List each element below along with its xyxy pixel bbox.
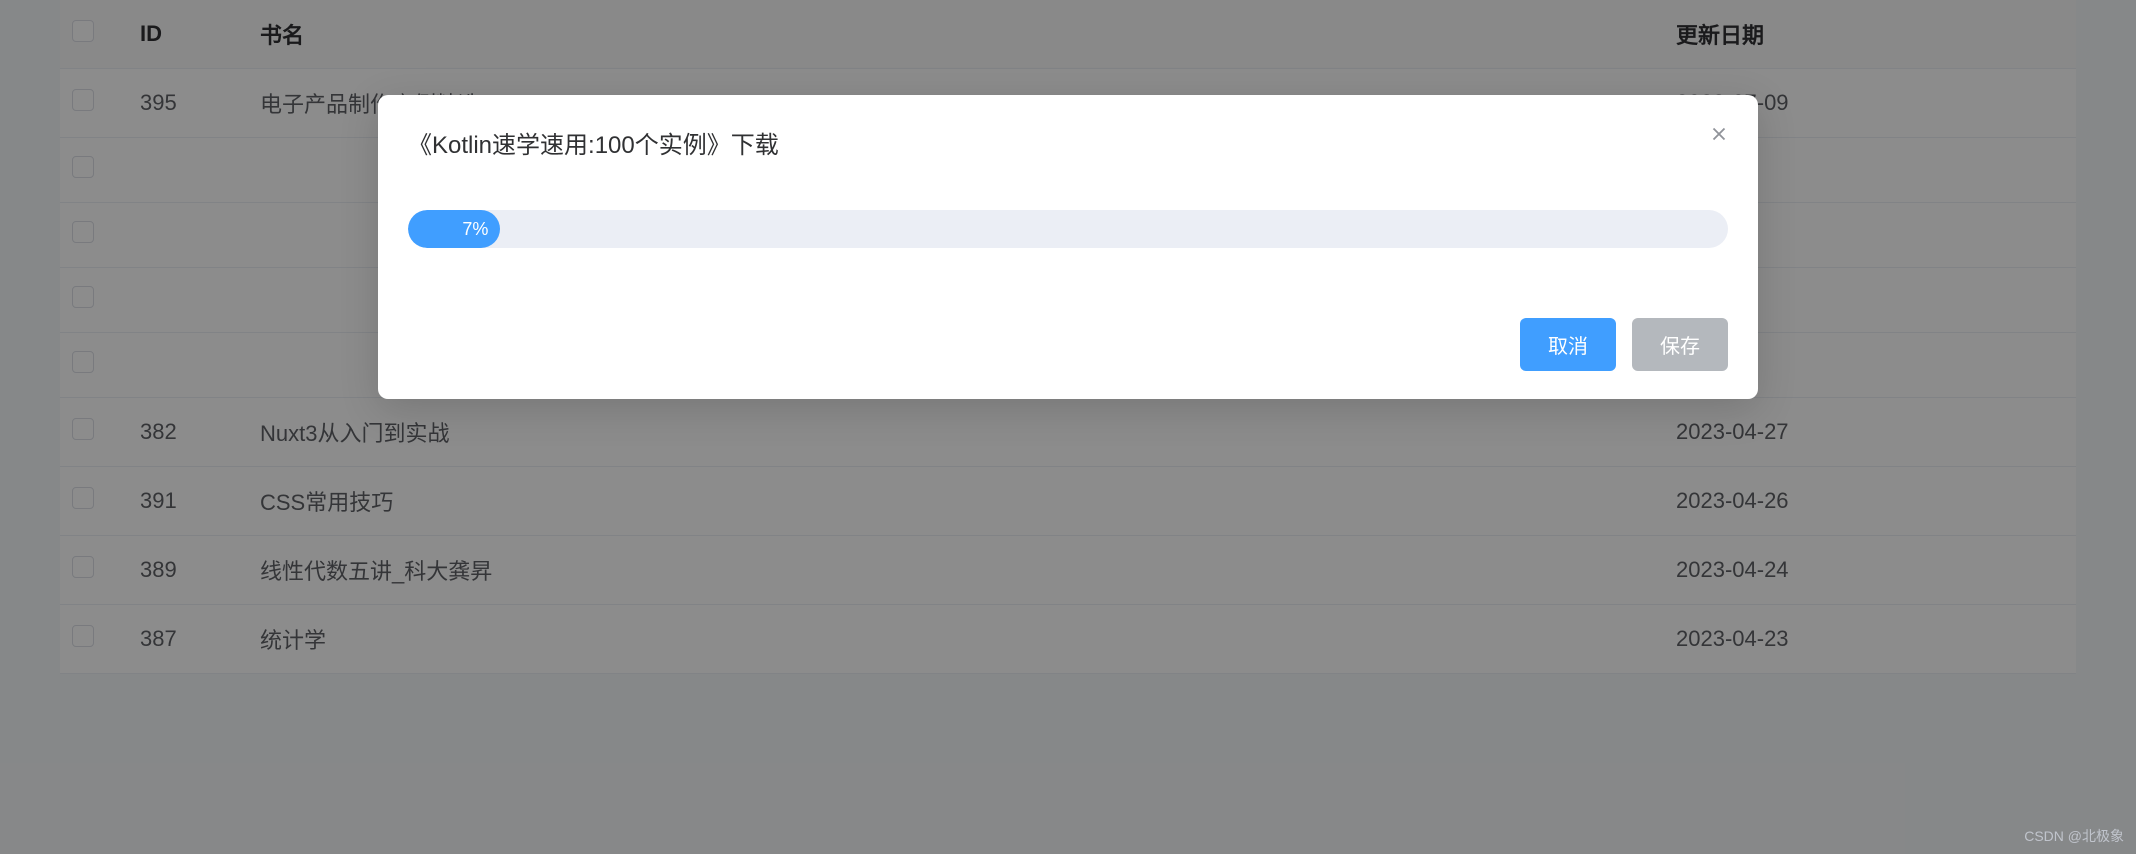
watermark: CSDN @北极象: [2024, 826, 2124, 846]
progress-fill: 7%: [408, 210, 500, 248]
dialog-title: 《Kotlin速学速用:100个实例》下载: [408, 125, 1728, 160]
progress-label: 7%: [462, 219, 488, 240]
progress-bar: 7%: [408, 210, 1728, 248]
modal-overlay: 《Kotlin速学速用:100个实例》下载 7% 取消 保存: [0, 0, 2136, 854]
cancel-button[interactable]: 取消: [1520, 318, 1616, 371]
dialog-footer: 取消 保存: [408, 318, 1728, 371]
close-icon[interactable]: [1708, 123, 1730, 145]
download-dialog: 《Kotlin速学速用:100个实例》下载 7% 取消 保存: [378, 95, 1758, 399]
save-button[interactable]: 保存: [1632, 318, 1728, 371]
